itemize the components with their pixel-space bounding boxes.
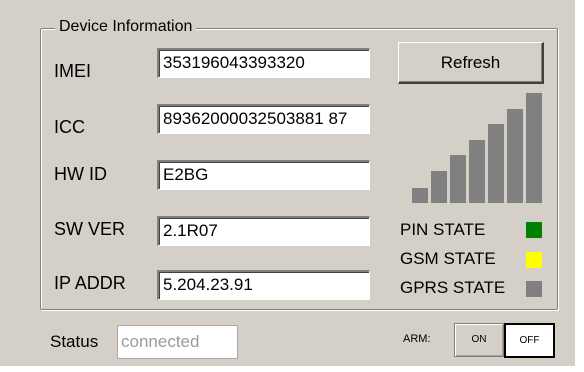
signal-bar-3 xyxy=(450,155,466,203)
status-field: connected xyxy=(117,325,238,359)
ip-addr-field[interactable]: 5.204.23.91 xyxy=(157,270,370,300)
hw-id-label: HW ID xyxy=(54,164,107,184)
refresh-button[interactable]: Refresh xyxy=(398,42,544,84)
gprs-state-label: GPRS STATE xyxy=(400,278,506,297)
status-label: Status xyxy=(50,332,99,351)
signal-bar-1 xyxy=(412,188,428,203)
window-bottom-edge xyxy=(0,366,584,372)
hw-id-field[interactable]: E2BG xyxy=(157,160,370,190)
gprs-state-indicator xyxy=(526,281,542,297)
pin-state-label: PIN STATE xyxy=(400,220,486,239)
signal-bar-5 xyxy=(488,124,504,203)
arm-off-button[interactable]: OFF xyxy=(504,323,555,358)
icc-field[interactable]: 89362000032503881 87 xyxy=(157,104,370,134)
gsm-state-label: GSM STATE xyxy=(400,249,496,268)
arm-on-button[interactable]: ON xyxy=(454,323,504,357)
sw-ver-label: SW VER xyxy=(54,219,126,239)
signal-bar-6 xyxy=(507,109,523,203)
pin-state-indicator xyxy=(526,222,542,238)
window-right-edge xyxy=(575,0,584,372)
signal-bar-7 xyxy=(526,93,542,203)
gsm-state-indicator xyxy=(526,252,542,268)
ip-addr-label: IP ADDR xyxy=(54,273,126,293)
group-title: Device Information xyxy=(55,17,197,37)
arm-label: ARM: xyxy=(403,333,431,345)
sw-ver-field[interactable]: 2.1R07 xyxy=(157,216,370,246)
icc-label: ICC xyxy=(54,117,85,137)
signal-bar-4 xyxy=(469,140,485,203)
imei-label: IMEI xyxy=(54,61,92,81)
imei-field[interactable]: 353196043393320 xyxy=(157,48,370,78)
signal-bar-2 xyxy=(431,171,447,203)
